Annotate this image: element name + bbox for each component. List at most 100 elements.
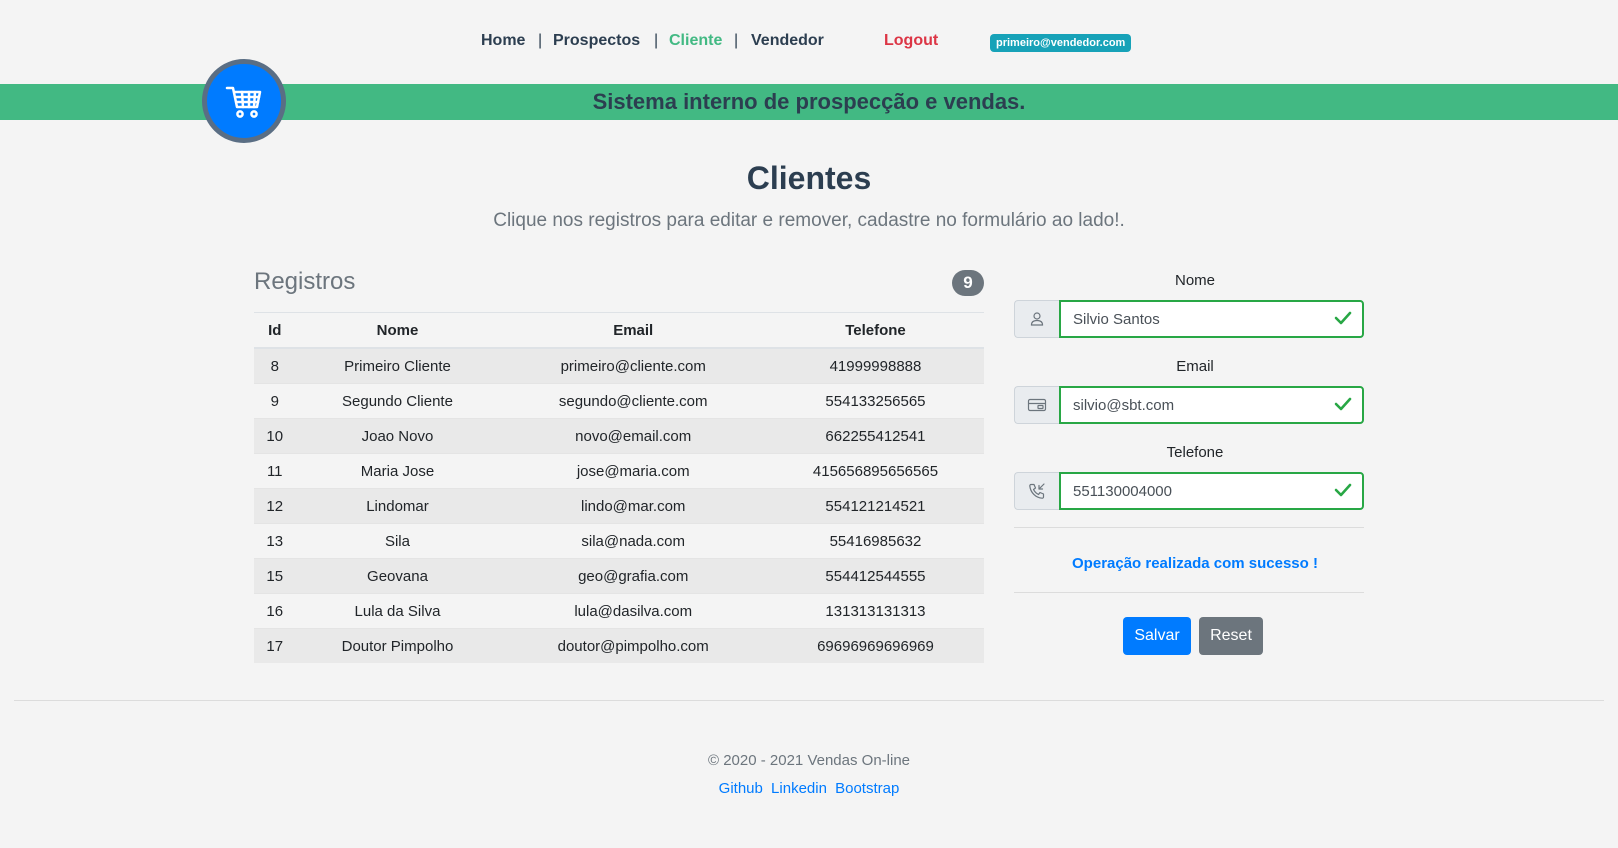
- cell-email: novo@email.com: [499, 418, 767, 454]
- nav-separator: |: [734, 32, 739, 49]
- cell-id: 12: [254, 488, 296, 524]
- telefone-label: Telefone: [1166, 444, 1224, 461]
- copyright-text: © 2020 - 2021 Vendas On-line: [707, 752, 911, 769]
- shopping-cart-icon: [225, 86, 262, 118]
- table-row[interactable]: 11 Maria Jose jose@maria.com 41565689565…: [254, 453, 984, 489]
- telefone-input-group: [1014, 472, 1364, 510]
- top-nav: Home | Prospectos | Cliente | Vendedor L…: [0, 32, 1618, 54]
- column-header-telefone: Telefone: [766, 312, 984, 349]
- table-row[interactable]: 16 Lula da Silva lula@dasilva.com 131313…: [254, 593, 984, 629]
- nav-prospectos-link[interactable]: Prospectos: [553, 32, 640, 50]
- github-link[interactable]: Github: [719, 780, 763, 797]
- footer-divider: [14, 700, 1604, 701]
- cell-id: 15: [254, 558, 296, 594]
- table-row[interactable]: 17 Doutor Pimpolho doutor@pimpolho.com 6…: [254, 628, 984, 663]
- table-row[interactable]: 12 Lindomar lindo@mar.com 554121214521: [254, 488, 984, 524]
- page-subtitle: Clique nos registros para editar e remov…: [493, 210, 1125, 231]
- cell-telefone: 131313131313: [766, 593, 984, 629]
- telefone-addon: [1014, 472, 1059, 510]
- cell-id: 16: [254, 593, 296, 629]
- cell-email: jose@maria.com: [499, 453, 767, 489]
- cell-id: 11: [254, 453, 296, 489]
- cell-id: 8: [254, 347, 296, 384]
- nav-cliente-link[interactable]: Cliente: [669, 32, 722, 50]
- logout-link[interactable]: Logout: [884, 32, 938, 50]
- records-table: Id Nome Email Telefone 8 Primeiro Client…: [254, 312, 984, 663]
- cell-telefone: 41999998888: [766, 347, 984, 384]
- cell-email: lula@dasilva.com: [499, 593, 767, 629]
- cell-email: primeiro@cliente.com: [499, 347, 767, 384]
- table-row[interactable]: 13 Sila sila@nada.com 55416985632: [254, 523, 984, 559]
- cell-email: lindo@mar.com: [499, 488, 767, 524]
- nav-vendedor-link[interactable]: Vendedor: [751, 32, 824, 50]
- cell-nome: Geovana: [295, 558, 500, 594]
- logo: [202, 59, 286, 143]
- cell-id: 10: [254, 418, 296, 454]
- nome-addon: [1014, 300, 1059, 338]
- valid-check-icon: [1334, 483, 1352, 497]
- user-email-badge: primeiro@vendedor.com: [990, 34, 1132, 52]
- cell-email: doutor@pimpolho.com: [499, 628, 767, 663]
- table-row[interactable]: 8 Primeiro Cliente primeiro@cliente.com …: [254, 347, 984, 384]
- nav-separator: |: [538, 32, 543, 49]
- cell-telefone: 554133256565: [766, 383, 984, 419]
- form-divider: [1014, 527, 1364, 528]
- column-header-nome: Nome: [295, 312, 500, 349]
- banner-text: Sistema interno de prospecção e vendas.: [592, 89, 1026, 114]
- cell-telefone: 415656895656565: [766, 453, 984, 489]
- cell-nome: Joao Novo: [295, 418, 500, 454]
- success-message: Operação realizada com sucesso !: [1072, 555, 1318, 572]
- column-header-id: Id: [254, 312, 296, 349]
- cell-nome: Lula da Silva: [295, 593, 500, 629]
- cell-nome: Segundo Cliente: [295, 383, 500, 419]
- wallet-icon: [1027, 398, 1047, 412]
- cell-nome: Lindomar: [295, 488, 500, 524]
- cell-nome: Maria Jose: [295, 453, 500, 489]
- page-title: Clientes: [746, 160, 872, 196]
- email-addon: [1014, 386, 1059, 424]
- user-icon: [1030, 312, 1044, 326]
- cell-email: segundo@cliente.com: [499, 383, 767, 419]
- email-input[interactable]: [1061, 388, 1343, 422]
- form-divider: [1014, 592, 1364, 593]
- cell-id: 9: [254, 383, 296, 419]
- cell-nome: Sila: [295, 523, 500, 559]
- cell-telefone: 554121214521: [766, 488, 984, 524]
- telefone-field-wrapper: [1059, 472, 1364, 510]
- cell-email: sila@nada.com: [499, 523, 767, 559]
- save-button[interactable]: Salvar: [1123, 617, 1191, 655]
- cell-id: 13: [254, 523, 296, 559]
- linkedin-link[interactable]: Linkedin: [771, 780, 827, 797]
- column-header-email: Email: [499, 312, 767, 349]
- email-input-group: [1014, 386, 1364, 424]
- cell-telefone: 69696969696969: [766, 628, 984, 663]
- nome-input-group: [1014, 300, 1364, 338]
- nome-field-wrapper: [1059, 300, 1364, 338]
- nav-home-link[interactable]: Home: [481, 32, 525, 50]
- table-header-row: Id Nome Email Telefone: [254, 312, 984, 349]
- email-field-wrapper: [1059, 386, 1364, 424]
- records-count-badge: 9: [952, 270, 984, 296]
- cell-nome: Primeiro Cliente: [295, 347, 500, 384]
- email-label: Email: [1176, 358, 1214, 375]
- table-row[interactable]: 10 Joao Novo novo@email.com 662255412541: [254, 418, 984, 454]
- cell-nome: Doutor Pimpolho: [295, 628, 500, 663]
- cell-telefone: 554412544555: [766, 558, 984, 594]
- valid-check-icon: [1334, 311, 1352, 325]
- nome-label: Nome: [1174, 272, 1215, 289]
- reset-button[interactable]: Reset: [1199, 617, 1263, 655]
- valid-check-icon: [1334, 397, 1352, 411]
- records-title: Registros: [254, 268, 356, 295]
- telefone-input[interactable]: [1061, 474, 1343, 508]
- nav-separator: |: [654, 32, 659, 49]
- footer-links: Github Linkedin Bootstrap: [0, 780, 1618, 797]
- nome-input[interactable]: [1061, 302, 1343, 336]
- phone-incoming-icon: [1029, 483, 1045, 499]
- cell-id: 17: [254, 628, 296, 663]
- table-row[interactable]: 15 Geovana geo@grafia.com 554412544555: [254, 558, 984, 594]
- cell-telefone: 55416985632: [766, 523, 984, 559]
- cell-telefone: 662255412541: [766, 418, 984, 454]
- cell-email: geo@grafia.com: [499, 558, 767, 594]
- bootstrap-link[interactable]: Bootstrap: [835, 780, 899, 797]
- table-row[interactable]: 9 Segundo Cliente segundo@cliente.com 55…: [254, 383, 984, 419]
